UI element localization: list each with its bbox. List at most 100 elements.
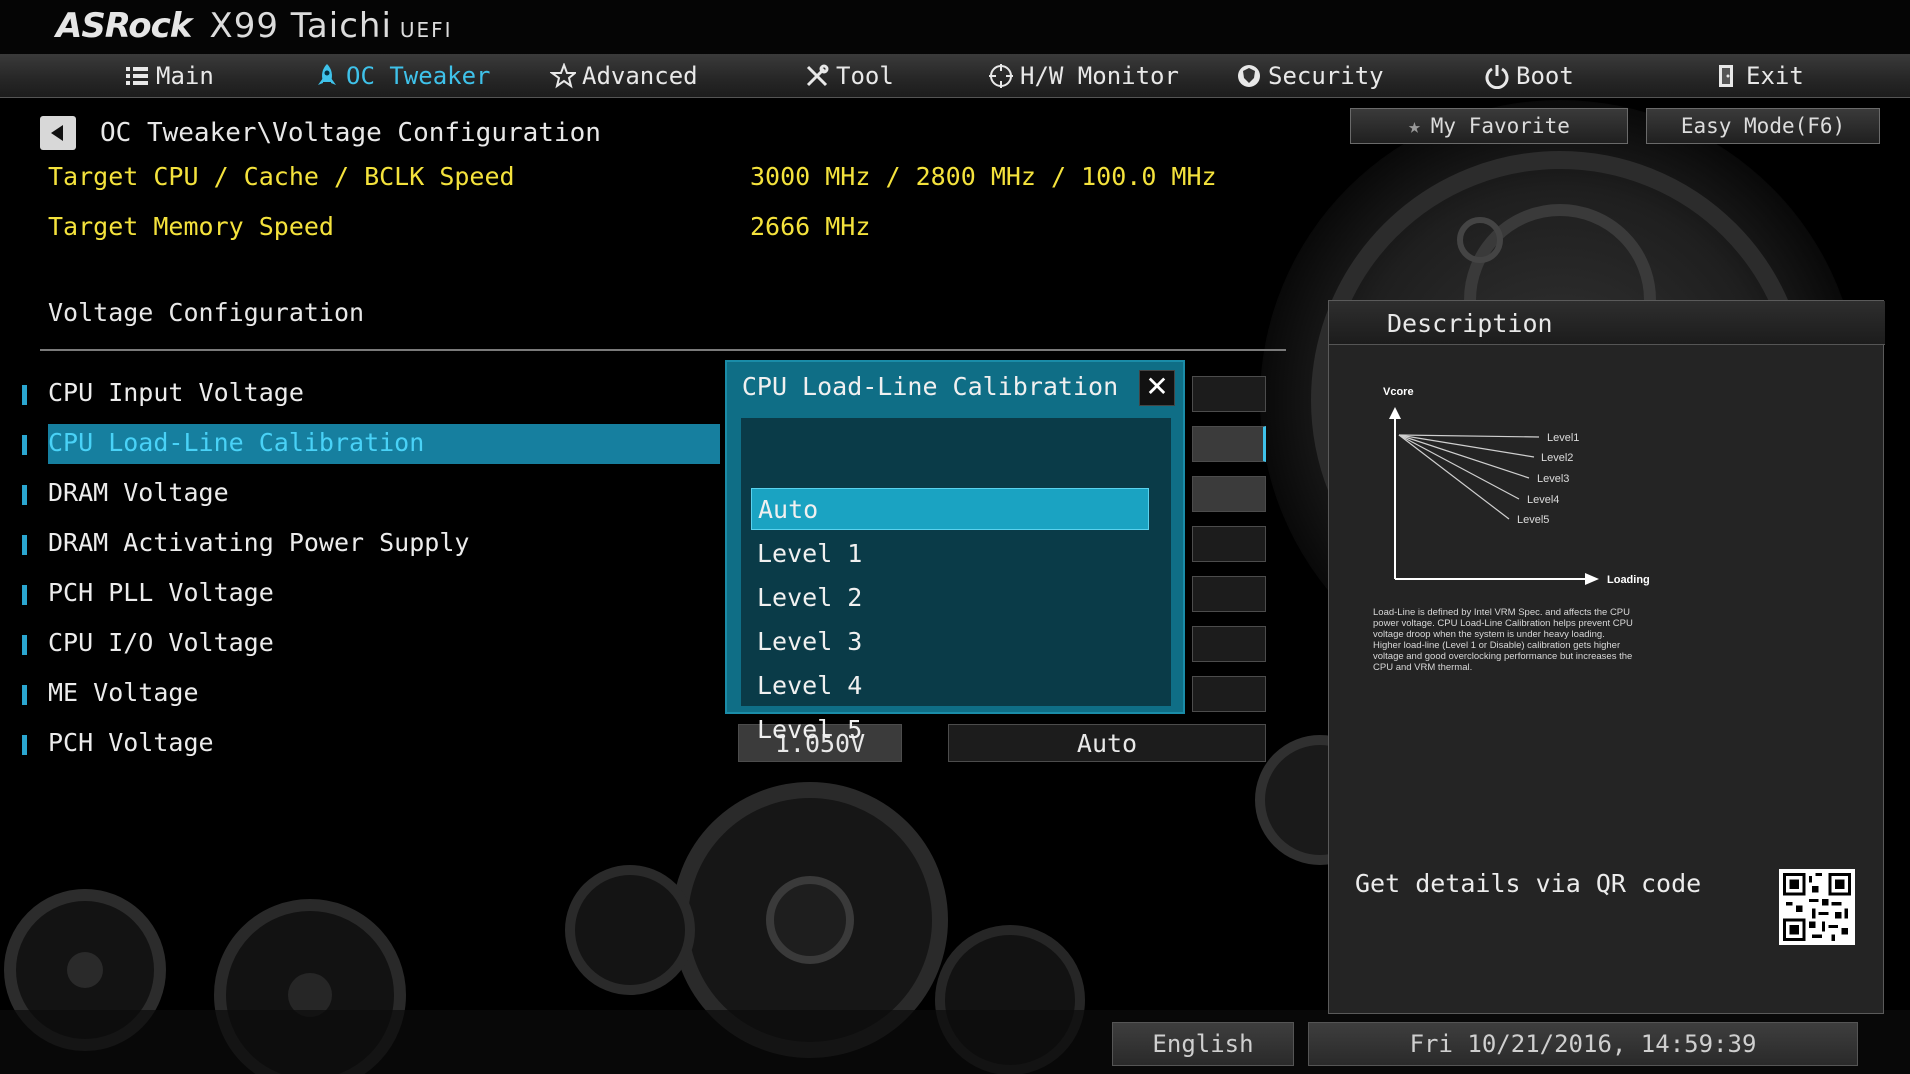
setting-label: DRAM Voltage <box>48 478 229 507</box>
diagram-y-arrow <box>1389 407 1401 419</box>
my-favorite-button[interactable]: ★ My Favorite <box>1350 108 1628 144</box>
setting-dram-voltage[interactable]: DRAM Voltage <box>0 474 720 514</box>
bullet-marker <box>22 485 27 505</box>
setting-pch-voltage[interactable]: PCH Voltage <box>0 724 720 764</box>
tab-tool-label: Tool <box>836 62 894 90</box>
breadcrumb: OC Tweaker\Voltage Configuration <box>100 118 601 148</box>
tab-advanced[interactable]: Advanced <box>550 60 698 92</box>
language-selector[interactable]: English <box>1112 1022 1294 1066</box>
datetime-display: Fri 10/21/2016, 14:59:39 <box>1308 1022 1858 1066</box>
diagram-line-level1 <box>1398 434 1540 438</box>
option-auto[interactable]: Auto <box>751 488 1149 530</box>
load-line-diagram: Vcore Loading Level1 Level2 Level3 Level… <box>1383 386 1650 586</box>
diagram-line-level5 <box>1398 434 1510 520</box>
value-box[interactable] <box>1192 376 1266 412</box>
option-level-4[interactable]: Level 4 <box>751 664 1149 706</box>
setting-label: DRAM Activating Power Supply <box>48 528 470 557</box>
shield-icon <box>1238 65 1260 87</box>
section-divider <box>40 349 1286 351</box>
tab-tool[interactable]: Tool <box>804 60 894 92</box>
setting-label: ME Voltage <box>48 678 199 707</box>
target-memory-value: 2666 MHz <box>750 212 871 241</box>
description-title: Description <box>1387 309 1553 338</box>
diagram-line-level3 <box>1398 434 1530 479</box>
diagram-x-label: Loading <box>1607 574 1650 586</box>
bullet-marker <box>22 535 27 555</box>
tab-oc-tweaker[interactable]: OC Tweaker <box>314 60 491 92</box>
setting-label: CPU Input Voltage <box>48 378 304 407</box>
star-icon <box>550 63 576 89</box>
option-level-5[interactable]: Level 5 <box>751 708 1149 750</box>
setting-me-voltage[interactable]: ME Voltage <box>0 674 720 714</box>
tab-hw-monitor[interactable]: H/W Monitor <box>988 60 1179 92</box>
bullet-marker <box>22 635 27 655</box>
qr-code-icon <box>1783 873 1851 941</box>
setting-pch-pll-voltage[interactable]: PCH PLL Voltage <box>0 574 720 614</box>
bullet-marker <box>22 585 27 605</box>
tab-oc-tweaker-label: OC Tweaker <box>346 62 491 90</box>
diagram-legend-level1: Level1 <box>1547 432 1579 444</box>
star-icon: ★ <box>1408 114 1421 138</box>
option-level-1[interactable]: Level 1 <box>751 532 1149 574</box>
diagram-y-label: Vcore <box>1383 386 1414 398</box>
easy-mode-button[interactable]: Easy Mode(F6) <box>1646 108 1880 144</box>
setting-label: CPU I/O Voltage <box>48 628 274 657</box>
board-model: X99 Taichi <box>209 6 392 46</box>
main-nav: Main OC Tweaker Advanced Tool H/W Monito… <box>0 54 1910 98</box>
option-list: Auto Level 1 Level 2 Level 3 Level 4 Lev… <box>741 418 1171 744</box>
tab-security[interactable]: Security <box>1236 60 1384 92</box>
uefi-label: UEFI <box>399 18 453 42</box>
diagram-legend-level3: Level3 <box>1537 473 1569 485</box>
diagram-x-arrow <box>1585 573 1599 585</box>
rocket-icon <box>318 64 336 85</box>
setting-label: CPU Load-Line Calibration <box>48 428 425 457</box>
target-cpu-label: Target CPU / Cache / BCLK Speed <box>48 162 515 191</box>
setting-cpu-input-voltage[interactable]: CPU Input Voltage <box>0 374 720 414</box>
value-box[interactable] <box>1192 526 1266 562</box>
value-box[interactable] <box>1192 476 1266 512</box>
tab-exit[interactable]: Exit <box>1714 60 1804 92</box>
dialog-title: CPU Load-Line Calibration <box>741 372 1119 401</box>
list-icon <box>126 67 148 85</box>
value-box[interactable] <box>1192 576 1266 612</box>
close-icon[interactable]: ✕ <box>1139 370 1175 406</box>
tab-hw-monitor-label: H/W Monitor <box>1020 62 1179 90</box>
diagram-legend-level5: Level5 <box>1517 514 1549 526</box>
setting-dram-activating-power-supply[interactable]: DRAM Activating Power Supply <box>0 524 720 564</box>
target-cpu-value: 3000 MHz / 2800 MHz / 100.0 MHz <box>750 162 1217 191</box>
tab-main[interactable]: Main <box>124 60 214 92</box>
target-memory-label: Target Memory Speed <box>48 212 334 241</box>
setting-cpu-load-line-calibration[interactable]: CPU Load-Line Calibration <box>0 424 720 464</box>
diagram-legend-level2: Level2 <box>1541 452 1573 464</box>
option-dialog: CPU Load-Line Calibration ✕ Auto Level 1… <box>725 360 1185 744</box>
tab-boot[interactable]: Boot <box>1484 60 1574 92</box>
exit-door-icon <box>1719 65 1733 87</box>
description-header: Description <box>1329 301 1885 345</box>
tab-boot-label: Boot <box>1516 62 1574 90</box>
qr-code[interactable] <box>1779 869 1855 945</box>
setting-cpu-io-voltage[interactable]: CPU I/O Voltage <box>0 624 720 664</box>
tools-icon <box>806 64 829 87</box>
value-box-selected[interactable] <box>1192 426 1266 462</box>
easy-mode-label: Easy Mode(F6) <box>1680 114 1846 138</box>
brand: ASRock X99 Taichi UEFI <box>56 6 453 46</box>
crosshair-icon <box>989 64 1013 88</box>
tab-security-label: Security <box>1268 62 1384 90</box>
section-title: Voltage Configuration <box>48 298 365 327</box>
brand-logo: ASRock <box>56 6 192 46</box>
bullet-marker <box>22 385 27 405</box>
diagram-legend-level4: Level4 <box>1527 494 1559 506</box>
back-button[interactable] <box>40 116 76 150</box>
value-box[interactable] <box>1192 676 1266 712</box>
qr-label: Get details via QR code <box>1355 869 1702 898</box>
power-icon <box>1485 65 1509 89</box>
option-level-2[interactable]: Level 2 <box>751 576 1149 618</box>
tab-main-label: Main <box>156 62 214 90</box>
bullet-marker <box>22 685 27 705</box>
setting-label: PCH PLL Voltage <box>48 578 274 607</box>
option-level-3[interactable]: Level 3 <box>751 620 1149 662</box>
bullet-marker <box>22 435 27 455</box>
tab-exit-label: Exit <box>1746 62 1804 90</box>
value-box[interactable] <box>1192 626 1266 662</box>
title-bar: ASRock X99 Taichi UEFI <box>0 0 1910 54</box>
